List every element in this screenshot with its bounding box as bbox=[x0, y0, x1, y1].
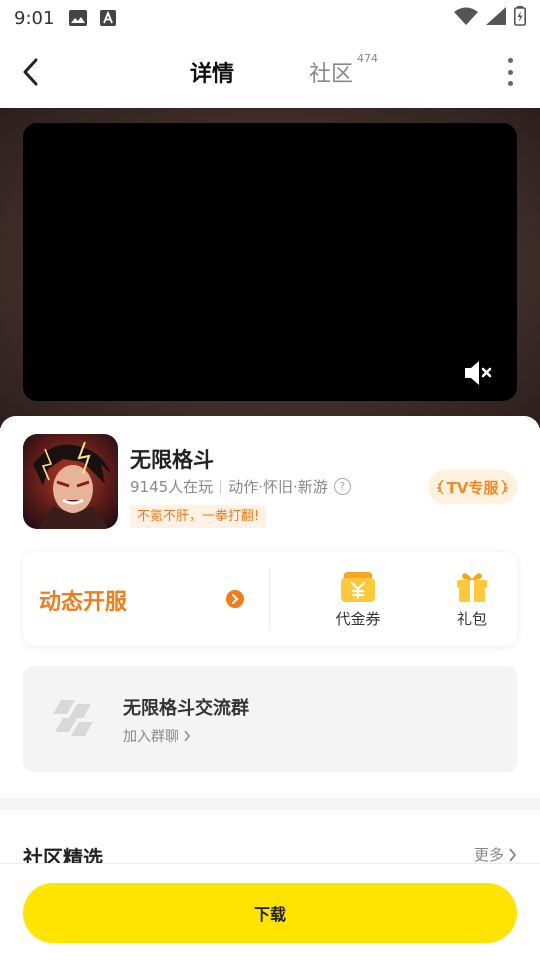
battery-icon bbox=[514, 6, 526, 30]
gift-pack-button[interactable]: 礼包 bbox=[437, 572, 507, 629]
game-icon bbox=[23, 434, 118, 529]
join-group-label: 加入群聊 bbox=[123, 729, 179, 745]
community-count-badge: 474 bbox=[357, 52, 378, 65]
chevron-right-icon bbox=[509, 847, 517, 862]
group-logo-icon bbox=[53, 700, 93, 736]
player-count: 9145人在玩 bbox=[130, 478, 214, 496]
status-bar: 9:01 bbox=[0, 0, 540, 36]
chevron-right-icon bbox=[184, 730, 191, 742]
coupon-button[interactable]: 代金券 bbox=[323, 572, 393, 629]
text-a-icon bbox=[98, 8, 118, 28]
tab-detail-label: 详情 bbox=[190, 62, 235, 87]
more-options-button[interactable] bbox=[506, 58, 514, 86]
tab-community[interactable]: 社区 bbox=[309, 56, 353, 88]
more-link[interactable]: 更多 bbox=[474, 844, 517, 865]
game-tags: 动作·怀旧·新游 bbox=[228, 478, 328, 496]
status-time: 9:01 bbox=[14, 7, 55, 29]
more-dot-icon bbox=[507, 69, 513, 75]
feature-card: 动态开服 代金券 礼包 bbox=[23, 552, 517, 646]
card-divider bbox=[269, 568, 270, 630]
tv-badge-label: TV专服 bbox=[446, 478, 499, 497]
tab-detail[interactable]: 详情 bbox=[182, 56, 242, 94]
volume-muted-icon bbox=[465, 361, 492, 385]
wifi-icon bbox=[454, 7, 478, 29]
bottom-action-bar: 下载 bbox=[0, 863, 540, 960]
mute-button[interactable] bbox=[463, 359, 495, 387]
chat-group-card[interactable]: 无限格斗交流群 加入群聊 bbox=[23, 666, 517, 772]
laurel-left-icon bbox=[436, 479, 444, 495]
back-arrow-icon bbox=[23, 58, 38, 86]
join-group-link[interactable]: 加入群聊 bbox=[123, 726, 191, 746]
tab-community-label: 社区 bbox=[309, 62, 354, 87]
help-icon[interactable]: ? bbox=[333, 478, 351, 495]
game-meta: 9145人在玩 动作·怀旧·新游 ? bbox=[130, 476, 351, 497]
download-button[interactable]: 下载 bbox=[23, 883, 517, 943]
coupon-label: 代金券 bbox=[335, 610, 381, 628]
image-icon bbox=[68, 8, 88, 28]
coupon-icon bbox=[341, 572, 375, 602]
laurel-right-icon bbox=[501, 479, 509, 495]
meta-divider bbox=[220, 479, 222, 494]
more-label: 更多 bbox=[473, 846, 504, 864]
help-glyph: ? bbox=[339, 480, 346, 493]
arrow-right-circle-icon[interactable] bbox=[226, 590, 244, 608]
app-header: 详情 社区 474 bbox=[0, 36, 540, 108]
gift-label: 礼包 bbox=[456, 610, 487, 628]
signal-icon bbox=[486, 7, 506, 29]
more-dot-icon bbox=[507, 58, 513, 63]
gift-icon bbox=[457, 573, 487, 602]
section-divider bbox=[0, 798, 540, 810]
game-title: 无限格斗 bbox=[130, 448, 214, 472]
dynamic-server-label[interactable]: 动态开服 bbox=[39, 584, 127, 616]
active-tab-indicator bbox=[182, 88, 242, 94]
more-dot-icon bbox=[507, 81, 513, 86]
game-tagline: 不氪不肝，一拳打翻! bbox=[130, 505, 267, 528]
tv-exclusive-badge[interactable]: TV专服 bbox=[428, 470, 517, 504]
group-name: 无限格斗交流群 bbox=[123, 698, 249, 719]
video-player[interactable] bbox=[23, 123, 517, 401]
back-button[interactable] bbox=[14, 54, 46, 90]
